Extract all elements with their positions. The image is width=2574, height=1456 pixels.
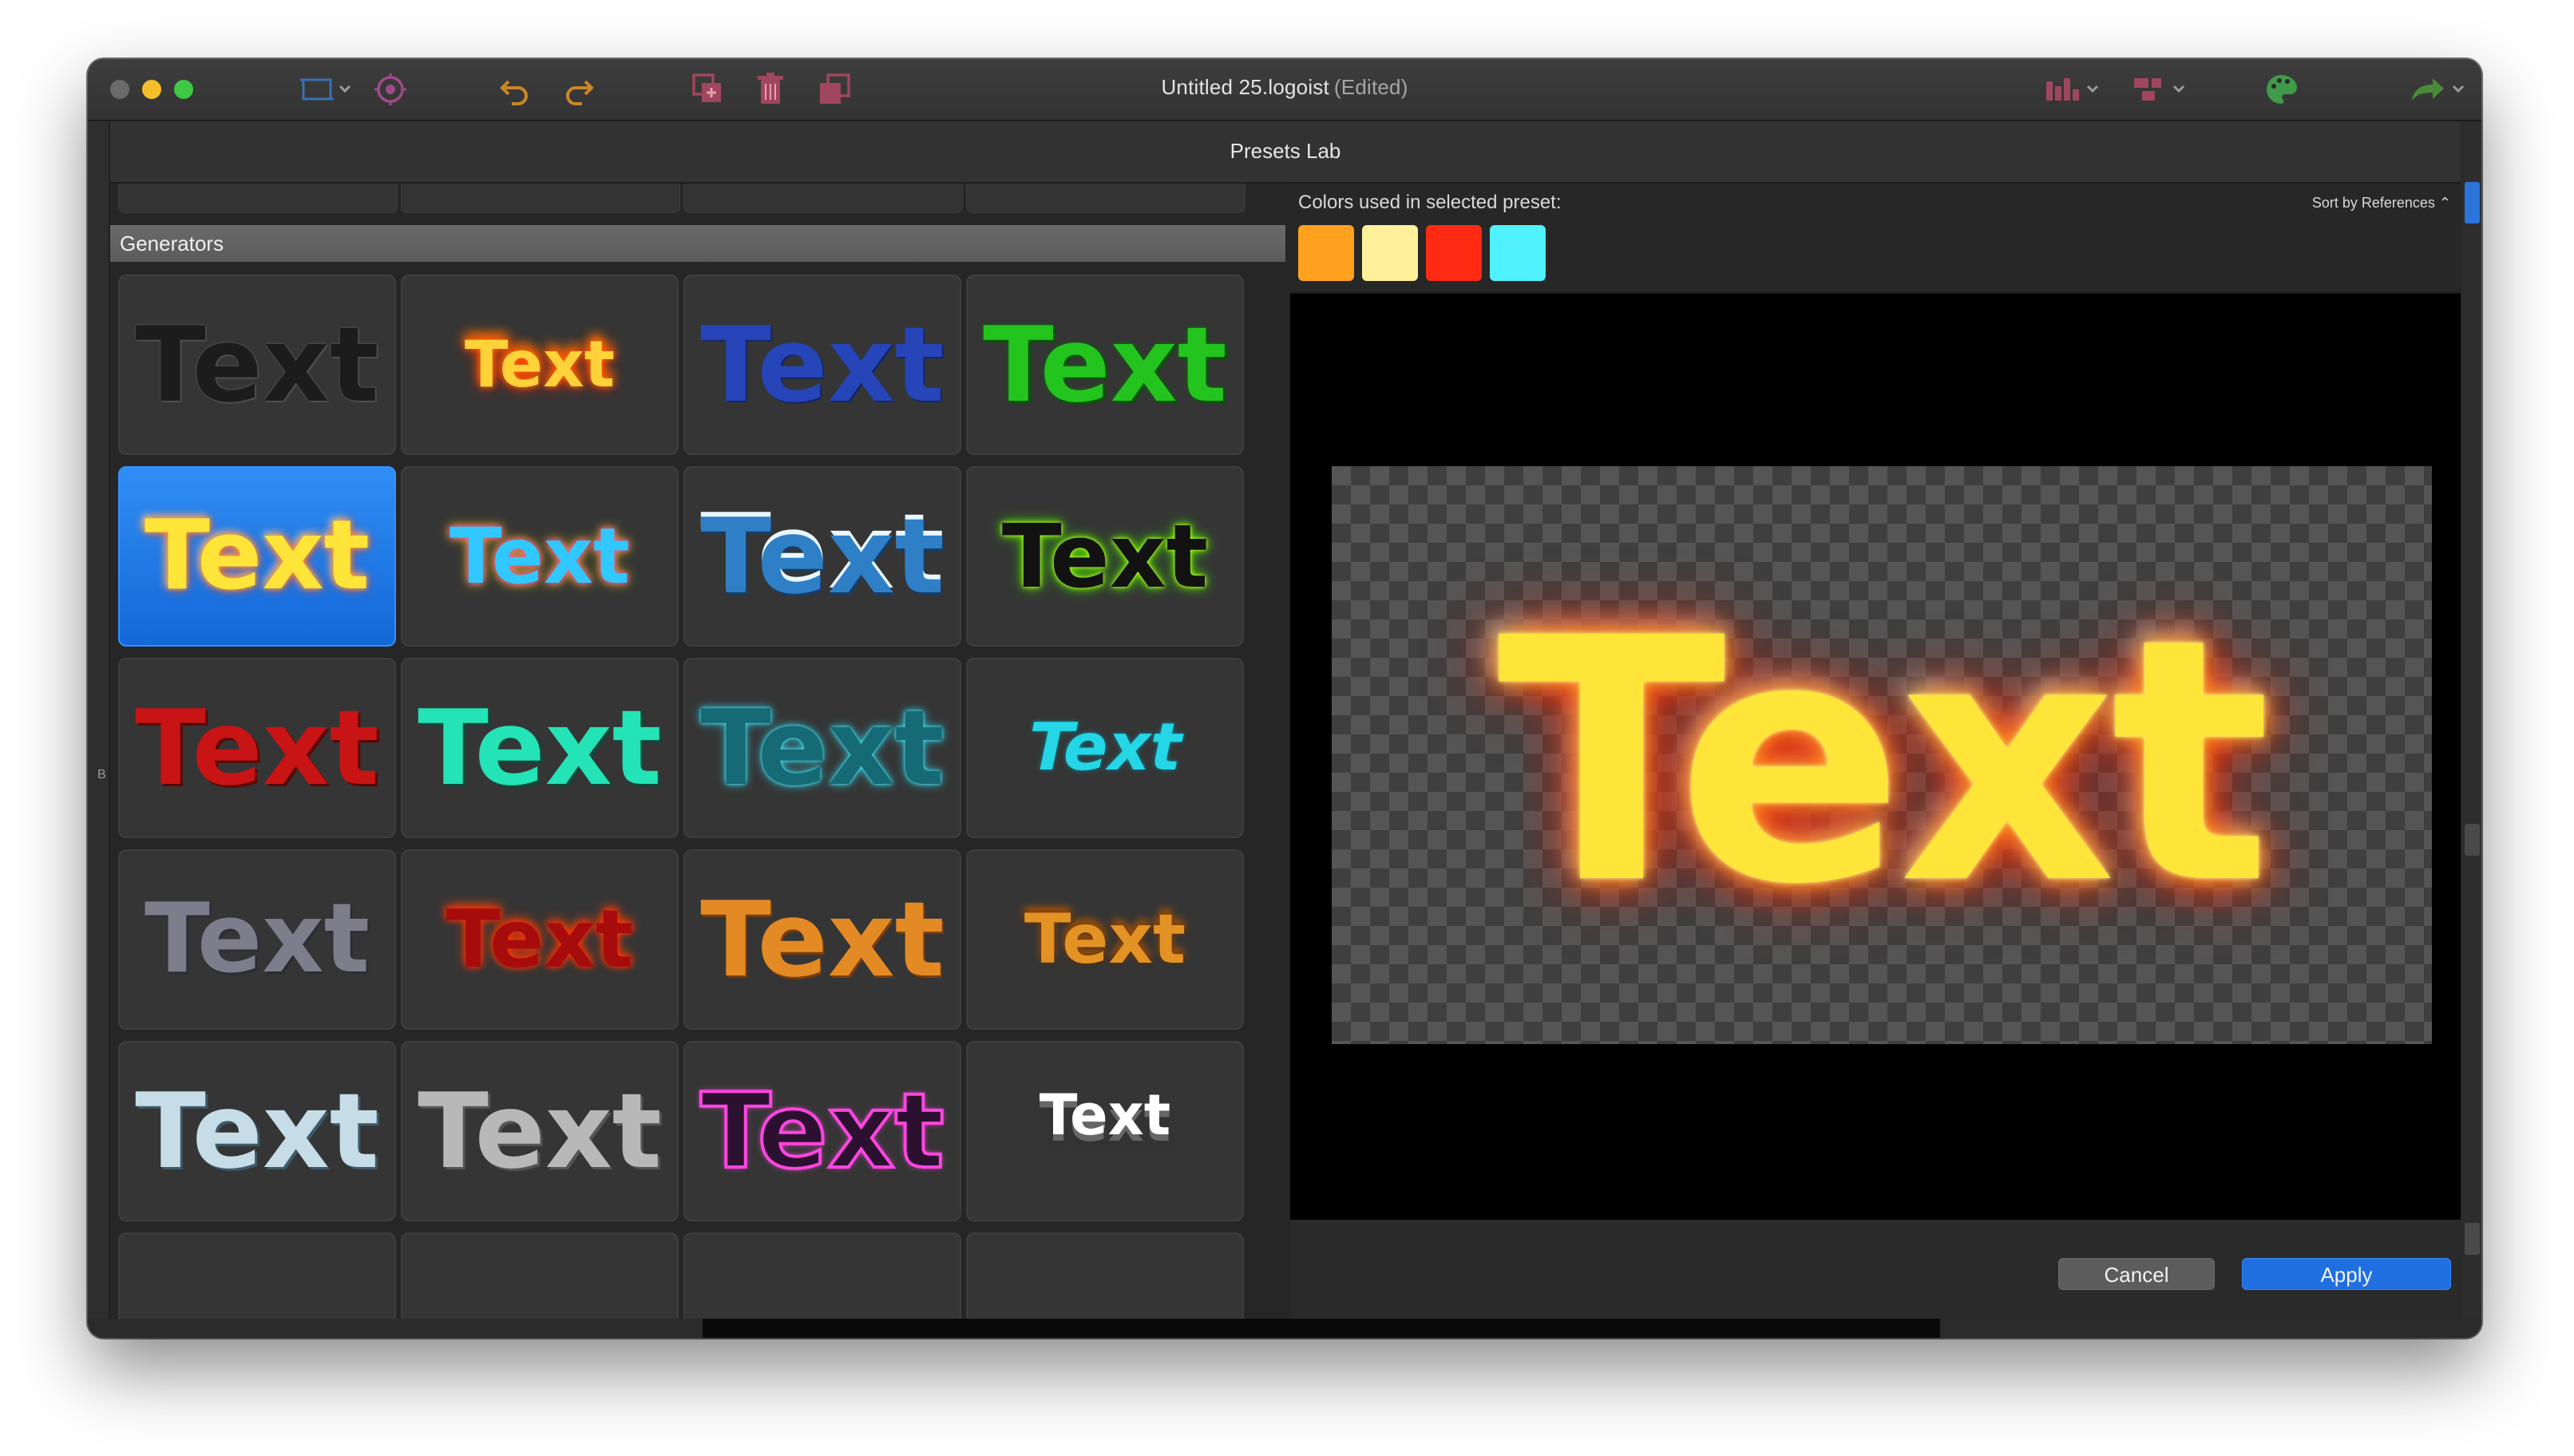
- presets-lab-dialog: Presets Lab Generators Text Text Text Te…: [110, 121, 2461, 1338]
- preset-preview: Text: [1290, 294, 2461, 1220]
- preset-cyan-dotted[interactable]: Text: [401, 658, 679, 838]
- preset-label: Text: [1020, 710, 1190, 785]
- document-name: Untitled 25.logoist: [1161, 75, 1329, 99]
- window-title: Untitled 25.logoist (Edited): [88, 75, 2481, 100]
- preset-white-spiky[interactable]: Text: [966, 1041, 1244, 1221]
- preset-dark-dotted[interactable]: Text: [118, 275, 396, 455]
- preset-neon-green[interactable]: Text: [966, 466, 1244, 647]
- preset-label: Text: [700, 496, 944, 617]
- palette-icon[interactable]: [2263, 72, 2299, 107]
- sort-dropdown[interactable]: Sort by References ⌃: [2312, 195, 2451, 212]
- preset-fire-glow[interactable]: Text: [118, 466, 396, 647]
- preset-tile-partial[interactable]: [401, 184, 680, 213]
- color-swatch[interactable]: [1426, 225, 1482, 281]
- presets-grid[interactable]: Generators Text Text Text Text Text Text: [110, 184, 1285, 1338]
- preset-label: Text: [135, 1070, 379, 1192]
- cancel-button[interactable]: Cancel: [2058, 1258, 2215, 1290]
- preset-fire-small[interactable]: Text: [401, 275, 679, 455]
- preset-label: Text: [144, 500, 370, 611]
- scroll-thumb[interactable]: [2465, 182, 2480, 224]
- preview-text: Text: [1497, 568, 2271, 958]
- layers-icon[interactable]: [2132, 72, 2196, 107]
- preset-label: Text: [449, 512, 630, 601]
- colors-panel: Colors used in selected preset: Sort by …: [1290, 184, 2461, 294]
- edited-status: (Edited): [1333, 75, 1408, 99]
- preset-label: Text: [1039, 1082, 1171, 1148]
- share-icon[interactable]: [2408, 72, 2472, 107]
- preset-label: Text: [700, 879, 944, 1000]
- preset-red-dotted[interactable]: Text: [118, 658, 396, 838]
- color-swatch[interactable]: [1490, 225, 1546, 281]
- preset-label: Text: [1001, 505, 1209, 607]
- scroll-marker: [2465, 1223, 2480, 1255]
- preset-label: Text: [700, 304, 944, 425]
- preset-tile-partial[interactable]: [683, 184, 963, 213]
- preset-label: Text: [700, 687, 944, 809]
- transparency-canvas: Text: [1332, 466, 2432, 1044]
- preset-label: Text: [699, 1070, 946, 1192]
- preset-stone[interactable]: Text: [118, 849, 396, 1030]
- sort-label: Sort by References: [2311, 195, 2435, 211]
- preset-label: Text: [983, 304, 1227, 425]
- preset-label: Text: [464, 327, 616, 402]
- title-bar: Untitled 25.logoist (Edited): [88, 59, 2481, 121]
- preset-tile-partial[interactable]: [966, 184, 1245, 213]
- section-header-generators: Generators: [110, 225, 1285, 262]
- chart-icon[interactable]: [2042, 72, 2106, 107]
- app-window: Untitled 25.logoist (Edited) B Presets La…: [88, 59, 2481, 1338]
- preset-label: Text: [418, 1070, 662, 1192]
- preset-orange-fire[interactable]: Text: [966, 849, 1244, 1030]
- preset-blue[interactable]: Text: [683, 275, 961, 455]
- horizontal-scroll-track[interactable]: [703, 1319, 1940, 1338]
- edge-label: B: [97, 768, 106, 781]
- preset-label: Text: [135, 304, 379, 425]
- preset-label: Text: [135, 687, 379, 809]
- preset-tile-partial[interactable]: [118, 184, 398, 213]
- preset-label: Text: [144, 884, 370, 995]
- color-swatch[interactable]: [1298, 225, 1354, 281]
- preset-cyan-shatter[interactable]: Text: [966, 658, 1244, 838]
- preset-green-grass[interactable]: Text: [966, 275, 1244, 455]
- preset-label: Text: [446, 892, 634, 986]
- preset-label: Text: [1024, 900, 1186, 979]
- dialog-title: Presets Lab: [110, 121, 2461, 184]
- colors-label: Colors used in selected preset:: [1298, 192, 1562, 213]
- right-scrollbar[interactable]: [2463, 121, 2481, 1338]
- preset-label: Text: [418, 687, 662, 809]
- preset-snow-blue[interactable]: Text: [683, 466, 961, 647]
- preset-pink-outline[interactable]: Text: [683, 1041, 961, 1221]
- preset-silver[interactable]: Text: [118, 1041, 396, 1221]
- chevron-updown-icon: ⌃: [2438, 195, 2451, 211]
- inspector-edge: B: [88, 121, 110, 1338]
- preset-rainbow[interactable]: Text: [401, 466, 679, 647]
- preset-cyan-glow[interactable]: Text: [683, 658, 961, 838]
- preset-cracked[interactable]: Text: [401, 1041, 679, 1221]
- preset-orange[interactable]: Text: [683, 849, 961, 1030]
- status-bar: [88, 1319, 2481, 1338]
- color-swatch[interactable]: [1362, 225, 1418, 281]
- preset-red-fire[interactable]: Text: [401, 849, 679, 1030]
- scroll-marker: [2465, 824, 2480, 856]
- apply-button[interactable]: Apply: [2242, 1258, 2451, 1290]
